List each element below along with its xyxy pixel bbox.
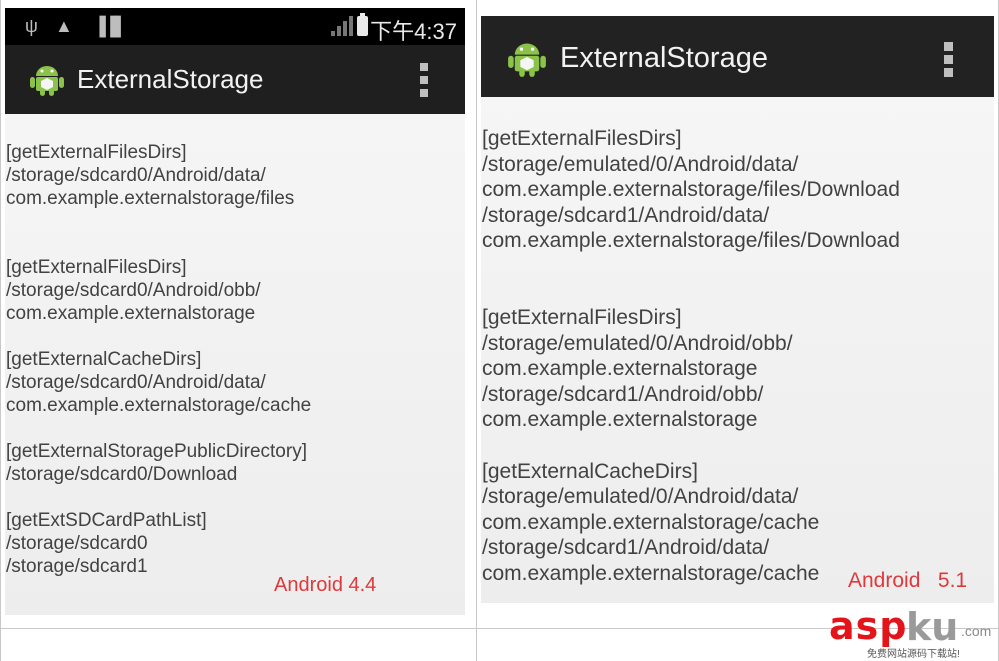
- block-line: com.example.externalstorage/files/Downlo…: [482, 229, 900, 253]
- block-line: /storage/sdcard0/Android/data/: [6, 372, 266, 393]
- block-line: [getExtSDCardPathList]: [6, 510, 207, 531]
- list-item: [getExtSDCardPathList] /storage/sdcard0 …: [6, 509, 311, 578]
- block-line: /storage/sdcard0/Download: [6, 464, 238, 485]
- table-divider-vertical: [476, 0, 477, 661]
- android-version-label: Android 5.1: [848, 569, 968, 592]
- block-line: /storage/emulated/0/Android/data/: [482, 485, 799, 509]
- list-item: [getExternalStoragePublicDirectory] /sto…: [6, 440, 311, 486]
- usb-icon: ψ: [25, 16, 38, 36]
- block-line: com.example.externalstorage/files/Downlo…: [482, 178, 900, 202]
- block-line: [getExternalStoragePublicDirectory]: [6, 441, 307, 462]
- block-line: /storage/sdcard1/Android/data/: [482, 203, 770, 227]
- block-line: com.example.externalstorage: [6, 303, 256, 324]
- block-line: /storage/sdcard0/Android/data/: [6, 165, 266, 186]
- block-line: /storage/sdcard0/Android/obb/: [6, 280, 261, 301]
- block-line: /storage/sdcard1/Android/data/: [482, 536, 770, 560]
- table-border-left: [0, 0, 1, 661]
- block-line: /storage/sdcard1/Android/obb/: [482, 382, 764, 406]
- block-line: [getExternalFilesDirs]: [482, 127, 682, 150]
- block-line: /storage/sdcard0: [6, 533, 148, 554]
- android-version-label: Android 4.4: [274, 574, 377, 596]
- block-line: com.example.externalstorage: [482, 357, 758, 381]
- sd-card-icon: ▐▐▌: [93, 16, 127, 36]
- aspku-watermark: asp ku .com 免费网站源码下载站!: [829, 604, 997, 660]
- block-line: com.example.externalstorage/files: [6, 188, 295, 209]
- storage-path-list: [getExternalFilesDirs] /storage/emulated…: [482, 126, 900, 587]
- storage-path-list: [getExternalFilesDirs] /storage/sdcard0/…: [6, 141, 311, 578]
- app-title: ExternalStorage: [77, 64, 264, 94]
- battery-icon: [357, 13, 368, 36]
- status-bar: ψ ▲ ▐▐▌ 下午4:37: [5, 8, 465, 46]
- block-line: [getExternalFilesDirs]: [482, 305, 682, 329]
- list-item: [getExternalFilesDirs] /storage/emulated…: [482, 126, 900, 254]
- android-logo-icon: [30, 66, 64, 96]
- status-time: 下午4:37: [370, 19, 457, 44]
- overflow-menu-icon[interactable]: [944, 42, 953, 78]
- block-line: [getExternalFilesDirs]: [6, 257, 187, 278]
- block-line: /storage/sdcard1: [6, 556, 148, 577]
- warning-icon: ▲: [55, 16, 73, 36]
- block-line: [getExternalCacheDirs]: [482, 459, 698, 483]
- overflow-menu-icon[interactable]: [420, 63, 428, 97]
- block-line: /storage/emulated/0/Android/obb/: [482, 331, 793, 355]
- action-bar: ExternalStorage: [5, 45, 465, 114]
- watermark-com: .com: [961, 623, 992, 639]
- app-title: ExternalStorage: [560, 42, 768, 74]
- no-signal-icon: [331, 16, 353, 36]
- action-bar: ExternalStorage: [481, 16, 994, 97]
- block-line: com.example.externalstorage: [482, 408, 758, 432]
- android-logo-icon: [508, 43, 546, 77]
- block-line: [getExternalFilesDirs]: [6, 142, 187, 163]
- watermark-slogan: 免费网站源码下载站!: [867, 649, 960, 660]
- list-item: [getExternalFilesDirs] /storage/sdcard0/…: [6, 141, 311, 210]
- watermark-ku: ku: [906, 605, 959, 649]
- list-item: [getExternalCacheDirs] /storage/emulated…: [482, 459, 900, 587]
- list-item: [getExternalFilesDirs] /storage/emulated…: [482, 305, 900, 433]
- block-line: com.example.externalstorage/cache: [482, 561, 820, 585]
- block-line: [getExternalCacheDirs]: [6, 349, 202, 370]
- watermark-asp: asp: [829, 604, 908, 648]
- block-line: /storage/emulated/0/Android/data/: [482, 152, 799, 176]
- list-item: [getExternalCacheDirs] /storage/sdcard0/…: [6, 348, 311, 417]
- block-line: com.example.externalstorage/cache: [6, 395, 312, 416]
- android-4-4-screenshot: ψ ▲ ▐▐▌ 下午4:37 ExternalStorage [getExter…: [5, 8, 465, 615]
- block-line: com.example.externalstorage/cache: [482, 510, 820, 534]
- android-5-1-screenshot: ExternalStorage [getExternalFilesDirs] /…: [481, 16, 994, 603]
- list-item: [getExternalFilesDirs] /storage/sdcard0/…: [6, 256, 311, 325]
